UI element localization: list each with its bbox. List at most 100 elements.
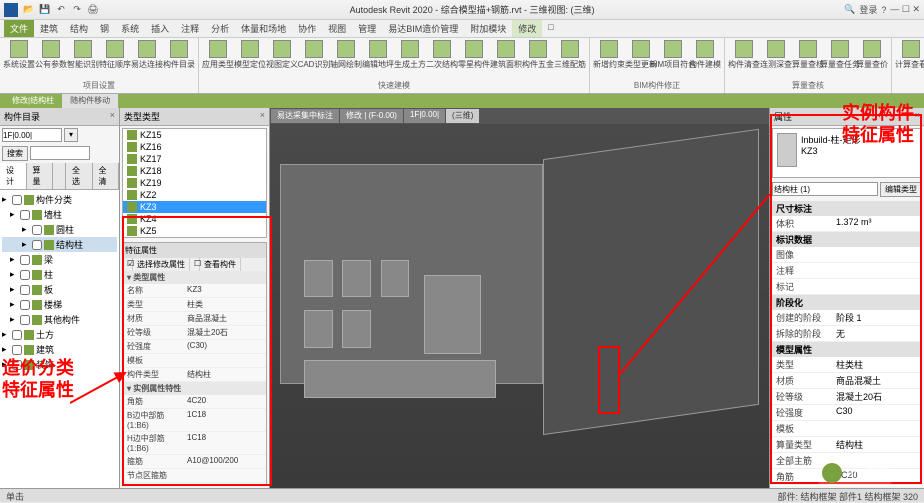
floor-filter[interactable] [2, 128, 62, 142]
menu-0[interactable]: 文件 [4, 20, 34, 37]
tree-node[interactable]: ▸结构柱 [2, 237, 117, 252]
menu-6[interactable]: 注释 [175, 20, 205, 37]
clear-all[interactable]: 全清 [93, 163, 120, 189]
viewport: 易达采集中标注修改 | (F-0.00)1F|0.00|(三维) [270, 108, 769, 488]
tree-node[interactable]: ▸墙柱 [2, 207, 117, 222]
select-all[interactable]: 全选 [66, 163, 93, 189]
ribbon-构件建模[interactable]: 构件建模 [690, 40, 720, 70]
tree-node[interactable]: ▸梁 [2, 252, 117, 267]
ribbon-新增约束[interactable]: 新增约束 [594, 40, 624, 70]
type-list[interactable]: KZ15KZ16KZ17KZ18KZ19KZ2KZ3KZ4KZ5 [122, 128, 267, 238]
catalog-header: 构件目录 × [0, 108, 119, 126]
list-item[interactable]: KZ16 [123, 141, 266, 153]
close-icon[interactable]: × [260, 110, 265, 123]
ribbon-轴网绘制[interactable]: 轴网绘制 [331, 40, 361, 70]
ribbon-特征顺序[interactable]: 特征顺序 [100, 40, 130, 70]
tree-node[interactable]: ▸楼梯 [2, 297, 117, 312]
menu-4[interactable]: 系统 [115, 20, 145, 37]
ribbon-构件五金[interactable]: 构件五金 [523, 40, 553, 70]
menu-5[interactable]: 插入 [145, 20, 175, 37]
ribbon-智能识别[interactable]: 智能识别 [68, 40, 98, 70]
menu-1[interactable]: 建筑 [34, 20, 64, 37]
tree-node[interactable]: ▸构件分类 [2, 192, 117, 207]
feature-props: 特征属性 ☑ 选择修改属性 ☐ 查看构件 ▾ 类型属性名称KZ3类型柱类材质商品… [122, 242, 267, 486]
menu-14[interactable]: 修改 [512, 20, 542, 37]
search-button[interactable]: 搜索 [2, 146, 28, 161]
list-item[interactable]: KZ2 [123, 189, 266, 201]
ribbon-模型定位[interactable]: 模型定位 [235, 40, 265, 70]
component-catalog-panel: 构件目录 × ▾ 搜索 设计 算量 全选 全清 ▸构件分类▸墙柱▸圆柱▸结构柱▸… [0, 108, 120, 488]
context-tab-bar: 修改|结构柱随构件移动 [0, 94, 924, 108]
ribbon-连测深查[interactable]: 连测深查 [761, 40, 791, 70]
ribbon-构件清查[interactable]: 构件清查 [729, 40, 759, 70]
close-button[interactable]: ✕ [912, 4, 920, 14]
help-icon[interactable]: ? [881, 5, 886, 15]
tab-design[interactable]: 设计 [0, 163, 27, 189]
list-item[interactable]: KZ4 [123, 213, 266, 225]
ribbon-公有参数[interactable]: 公有参数 [36, 40, 66, 70]
checkbox[interactable]: ☐ [190, 258, 200, 271]
ribbon-BIM项目符合[interactable]: BIM项目符合 [658, 40, 688, 70]
tree-node[interactable]: ▸其他构件 [2, 312, 117, 327]
qat-print[interactable]: 🖨 [86, 3, 100, 17]
ribbon-易达连接[interactable]: 易达连接 [132, 40, 162, 70]
menu-15[interactable]: □ [542, 20, 559, 37]
ribbon-二次结构[interactable]: 二次结构 [427, 40, 457, 70]
watermark: BIM客网 [816, 460, 894, 486]
menu-13[interactable]: 附加模块 [464, 20, 512, 37]
checkbox[interactable]: ☑ [123, 258, 133, 271]
menu-2[interactable]: 结构 [64, 20, 94, 37]
tab-quantity[interactable]: 算量 [27, 163, 54, 189]
component-tree[interactable]: ▸构件分类▸墙柱▸圆柱▸结构柱▸梁▸柱▸板▸楼梯▸其他构件▸土方▸建筑▸装饰 [0, 190, 119, 488]
list-item[interactable]: KZ15 [123, 129, 266, 141]
menu-11[interactable]: 管理 [352, 20, 382, 37]
ribbon-计算查看[interactable]: 计算查看 [896, 40, 924, 70]
list-item[interactable]: KZ3 [123, 201, 266, 213]
ribbon-视图定义[interactable]: 视图定义 [267, 40, 297, 70]
list-item[interactable]: KZ18 [123, 165, 266, 177]
window-title: Autodesk Revit 2020 - 综合模型描+钢筋.rvt - 三维视… [100, 3, 844, 16]
list-item[interactable]: KZ17 [123, 153, 266, 165]
menu-7[interactable]: 分析 [205, 20, 235, 37]
list-item[interactable]: KZ19 [123, 177, 266, 189]
ribbon-算量查价[interactable]: 算量查价 [857, 40, 887, 70]
qat-undo[interactable]: ↶ [54, 3, 68, 17]
tree-node[interactable]: ▸柱 [2, 267, 117, 282]
menu-3[interactable]: 钢 [94, 20, 115, 37]
qat-redo[interactable]: ↷ [70, 3, 84, 17]
ribbon-算量查任务[interactable]: 算量查任务 [825, 40, 855, 70]
tree-node[interactable]: ▸圆柱 [2, 222, 117, 237]
qat-save[interactable]: 💾 [38, 3, 52, 17]
tree-node[interactable]: ▸板 [2, 282, 117, 297]
ribbon-三维配筋[interactable]: 三维配筋 [555, 40, 585, 70]
maximize-button[interactable]: ☐ [902, 4, 910, 14]
menu-10[interactable]: 视图 [322, 20, 352, 37]
ribbon-系统设置[interactable]: 系统设置 [4, 40, 34, 70]
tree-node[interactable]: ▸土方 [2, 327, 117, 342]
search-input[interactable]: 🔍 [844, 4, 855, 15]
qat-open[interactable]: 📂 [22, 3, 36, 17]
tree-node[interactable]: ▸建筑 [2, 342, 117, 357]
highlight-box [598, 346, 620, 414]
ribbon-编辑地坪[interactable]: 编辑地坪 [363, 40, 393, 70]
ribbon-算量查核[interactable]: 算量查核 [793, 40, 823, 70]
ribbon-构件目录[interactable]: 构件目录 [164, 40, 194, 70]
ribbon-生成土方[interactable]: 生成土方 [395, 40, 425, 70]
close-icon[interactable]: × [110, 110, 115, 123]
ribbon-零星构件[interactable]: 零星构件 [459, 40, 489, 70]
menu-8[interactable]: 体量和场地 [235, 20, 292, 37]
search-field[interactable] [30, 146, 90, 160]
user-signin[interactable]: 登录 [859, 3, 877, 16]
ribbon-应用类型[interactable]: 应用类型 [203, 40, 233, 70]
window-buttons: — ☐ ✕ [890, 4, 920, 15]
menu-12[interactable]: 易达BIM造价管理 [382, 20, 464, 37]
3d-canvas[interactable] [270, 124, 769, 488]
minimize-button[interactable]: — [890, 4, 899, 14]
ribbon-建筑面积[interactable]: 建筑面积 [491, 40, 521, 70]
titlebar-right: 🔍 登录 ? — ☐ ✕ [844, 3, 920, 16]
ribbon-CAD识别[interactable]: CAD识别 [299, 40, 329, 70]
quick-access-toolbar: 📂 💾 ↶ ↷ 🖨 [22, 3, 100, 17]
menu-9[interactable]: 协作 [292, 20, 322, 37]
filter-dropdown[interactable]: ▾ [64, 128, 78, 142]
list-item[interactable]: KZ5 [123, 225, 266, 237]
